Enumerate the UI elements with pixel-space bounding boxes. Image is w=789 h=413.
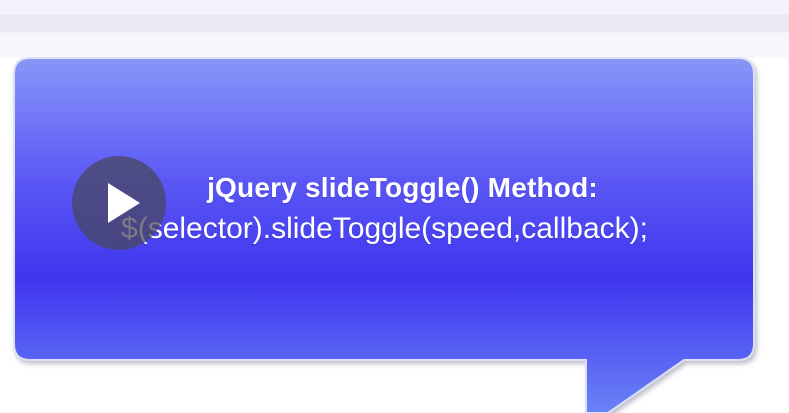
- video-frame: jQuery slideToggle() Method: $(selector)…: [0, 0, 789, 413]
- play-button[interactable]: [72, 156, 166, 250]
- play-icon: [108, 183, 140, 223]
